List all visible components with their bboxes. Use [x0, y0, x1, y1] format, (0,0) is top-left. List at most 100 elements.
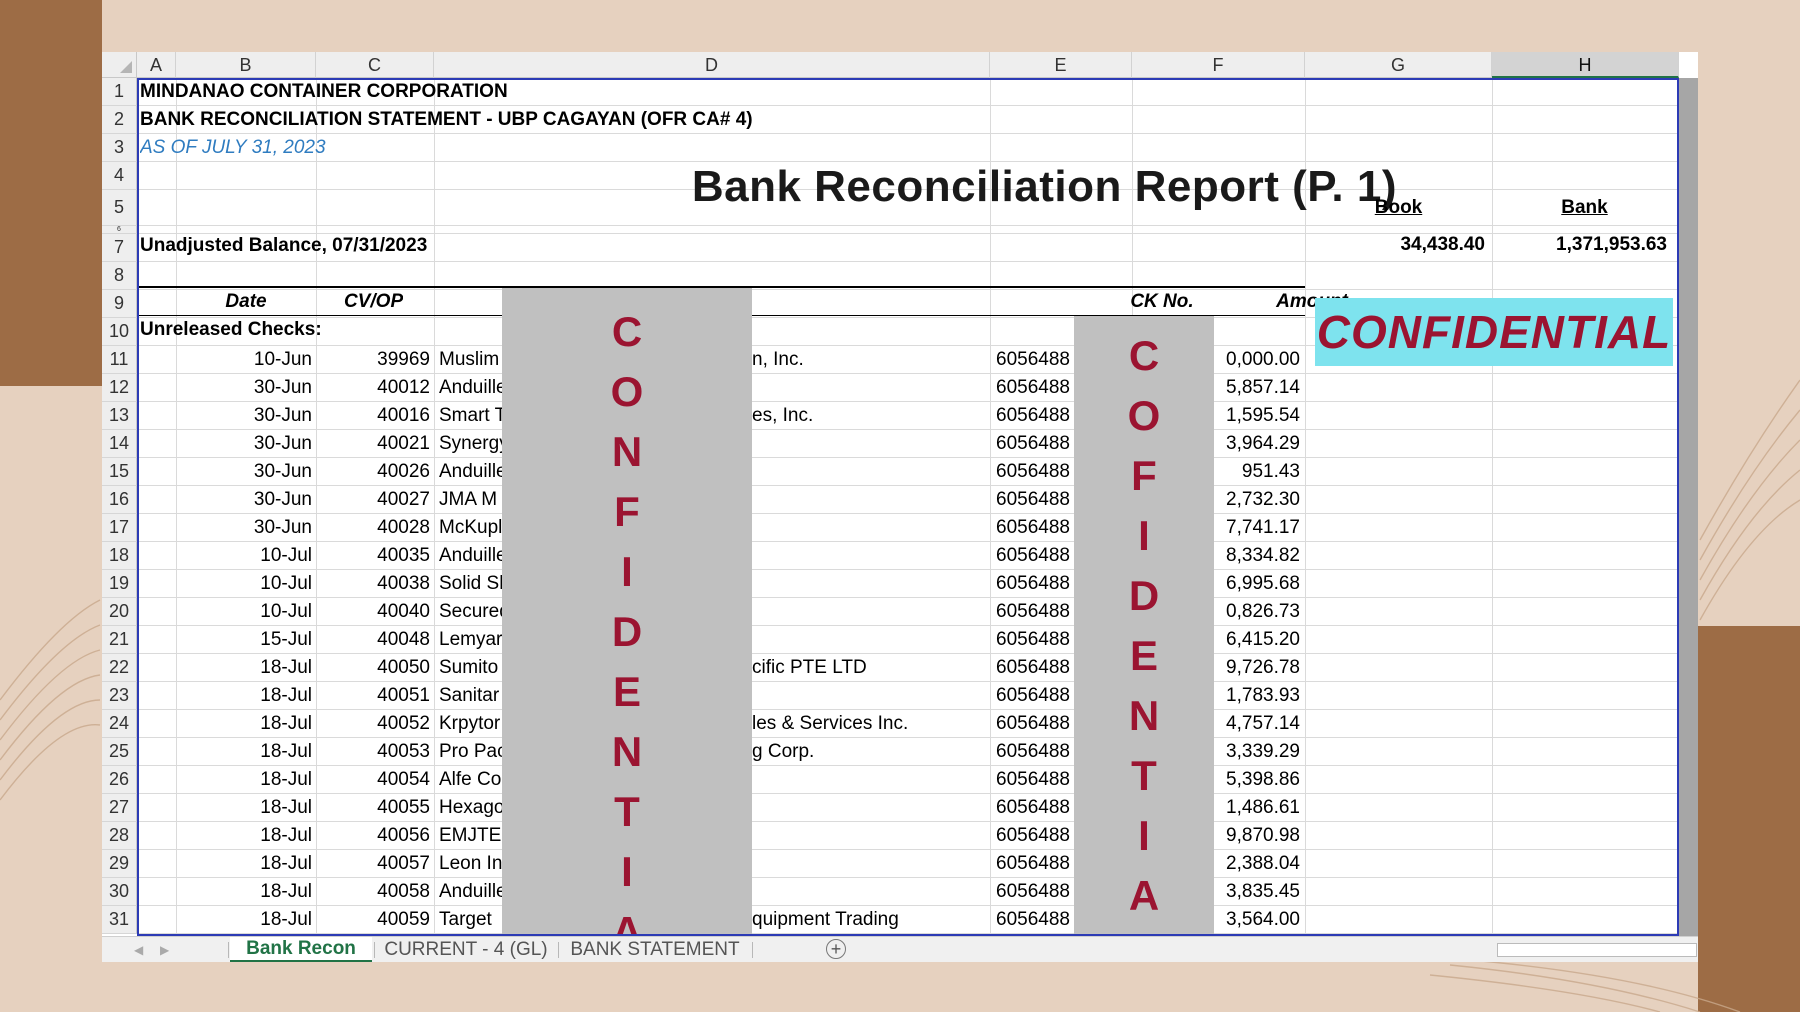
check-payee-remainder[interactable]	[752, 430, 988, 458]
column-header-h[interactable]: H	[1492, 52, 1679, 78]
column-header-c[interactable]: C	[316, 52, 434, 78]
row-header-3[interactable]: 3	[102, 134, 137, 162]
as-of-date[interactable]: AS OF JULY 31, 2023	[140, 134, 326, 162]
row-header-28[interactable]: 28	[102, 822, 137, 850]
check-number[interactable]: 6056488	[996, 598, 1076, 626]
date-column-header[interactable]: Date	[176, 288, 316, 316]
check-payee-remainder[interactable]	[752, 570, 988, 598]
check-payee-remainder[interactable]	[752, 794, 988, 822]
check-date[interactable]: 30-Jun	[176, 402, 312, 430]
row-header-14[interactable]: 14	[102, 430, 137, 458]
check-payee-remainder[interactable]	[752, 458, 988, 486]
row-header-20[interactable]: 20	[102, 598, 137, 626]
check-cvop[interactable]: 39969	[316, 346, 430, 374]
row-header-22[interactable]: 22	[102, 654, 137, 682]
check-cvop[interactable]: 40050	[316, 654, 430, 682]
check-cvop[interactable]: 40028	[316, 514, 430, 542]
row-header-4[interactable]: 4	[102, 162, 137, 190]
check-number[interactable]: 6056488	[996, 542, 1076, 570]
check-date[interactable]: 18-Jul	[176, 682, 312, 710]
check-number[interactable]: 6056488	[996, 682, 1076, 710]
statement-title[interactable]: BANK RECONCILIATION STATEMENT - UBP CAGA…	[140, 106, 753, 134]
check-date[interactable]: 10-Jul	[176, 542, 312, 570]
row-header-12[interactable]: 12	[102, 374, 137, 402]
check-date[interactable]: 18-Jul	[176, 738, 312, 766]
check-number[interactable]: 6056488	[996, 514, 1076, 542]
select-all-corner[interactable]	[102, 52, 137, 78]
check-cvop[interactable]: 40058	[316, 878, 430, 906]
book-label[interactable]: Book	[1305, 190, 1492, 226]
row-header-23[interactable]: 23	[102, 682, 137, 710]
check-date[interactable]: 18-Jul	[176, 878, 312, 906]
company-name[interactable]: MINDANAO CONTAINER CORPORATION	[140, 78, 508, 106]
row-header-29[interactable]: 29	[102, 850, 137, 878]
check-number[interactable]: 6056488	[996, 654, 1076, 682]
check-number[interactable]: 6056488	[996, 374, 1076, 402]
check-number[interactable]: 6056488	[996, 402, 1076, 430]
check-cvop[interactable]: 40027	[316, 486, 430, 514]
row-header-10[interactable]: 10	[102, 318, 137, 346]
check-cvop[interactable]: 40054	[316, 766, 430, 794]
check-cvop[interactable]: 40016	[316, 402, 430, 430]
row-header-13[interactable]: 13	[102, 402, 137, 430]
row-header-30[interactable]: 30	[102, 878, 137, 906]
tab-current-gl[interactable]: CURRENT - 4 (GL)	[376, 937, 556, 962]
check-cvop[interactable]: 40026	[316, 458, 430, 486]
column-header-b[interactable]: B	[176, 52, 316, 78]
row-header-6[interactable]: 6	[102, 226, 137, 234]
vertical-scrollbar[interactable]	[1679, 78, 1698, 936]
check-date[interactable]: 10-Jun	[176, 346, 312, 374]
row-header-21[interactable]: 21	[102, 626, 137, 654]
check-date[interactable]: 10-Jul	[176, 598, 312, 626]
row-header-19[interactable]: 19	[102, 570, 137, 598]
row-header-18[interactable]: 18	[102, 542, 137, 570]
check-payee-remainder[interactable]	[752, 486, 988, 514]
row-header-5[interactable]: 5	[102, 190, 137, 226]
row-header-7[interactable]: 7	[102, 234, 137, 262]
check-date[interactable]: 15-Jul	[176, 626, 312, 654]
check-cvop[interactable]: 40059	[316, 906, 430, 934]
check-number[interactable]: 6056488	[996, 850, 1076, 878]
row-header-9[interactable]: 9	[102, 290, 137, 318]
check-number[interactable]: 6056488	[996, 626, 1076, 654]
check-date[interactable]: 18-Jul	[176, 654, 312, 682]
check-cvop[interactable]: 40051	[316, 682, 430, 710]
row-header-27[interactable]: 27	[102, 794, 137, 822]
check-payee-remainder[interactable]: cific PTE LTD	[752, 654, 988, 682]
check-payee-remainder[interactable]	[752, 542, 988, 570]
tab-bank-recon[interactable]: Bank Recon	[230, 937, 372, 962]
row-header-16[interactable]: 16	[102, 486, 137, 514]
check-number[interactable]: 6056488	[996, 878, 1076, 906]
add-sheet-icon[interactable]: +	[826, 939, 846, 959]
check-date[interactable]: 10-Jul	[176, 570, 312, 598]
check-number[interactable]: 6056488	[996, 738, 1076, 766]
check-date[interactable]: 30-Jun	[176, 514, 312, 542]
row-header-11[interactable]: 11	[102, 346, 137, 374]
row-header-25[interactable]: 25	[102, 738, 137, 766]
check-date[interactable]: 30-Jun	[176, 430, 312, 458]
bank-label[interactable]: Bank	[1492, 190, 1677, 226]
cvop-column-header[interactable]: CV/OP	[344, 288, 403, 316]
check-payee-remainder[interactable]: quipment Trading	[752, 906, 988, 934]
check-date[interactable]: 18-Jul	[176, 766, 312, 794]
check-number[interactable]: 6056488	[996, 458, 1076, 486]
check-payee-remainder[interactable]	[752, 374, 988, 402]
unadjusted-balance-label[interactable]: Unadjusted Balance, 07/31/2023	[140, 232, 427, 260]
check-cvop[interactable]: 40053	[316, 738, 430, 766]
check-number[interactable]: 6056488	[996, 822, 1076, 850]
check-cvop[interactable]: 40056	[316, 822, 430, 850]
check-payee-remainder[interactable]: les & Services Inc.	[752, 710, 988, 738]
check-payee-remainder[interactable]	[752, 878, 988, 906]
column-header-d[interactable]: D	[434, 52, 990, 78]
unreleased-checks-label[interactable]: Unreleased Checks:	[140, 316, 322, 344]
check-number[interactable]: 6056488	[996, 906, 1076, 934]
next-sheet-icon[interactable]: ▶	[160, 943, 169, 957]
check-number[interactable]: 6056488	[996, 766, 1076, 794]
check-number[interactable]: 6056488	[996, 794, 1076, 822]
prev-sheet-icon[interactable]: ◀	[134, 943, 143, 957]
check-cvop[interactable]: 40057	[316, 850, 430, 878]
check-number[interactable]: 6056488	[996, 430, 1076, 458]
check-number[interactable]: 6056488	[996, 346, 1076, 374]
check-cvop[interactable]: 40012	[316, 374, 430, 402]
row-header-15[interactable]: 15	[102, 458, 137, 486]
